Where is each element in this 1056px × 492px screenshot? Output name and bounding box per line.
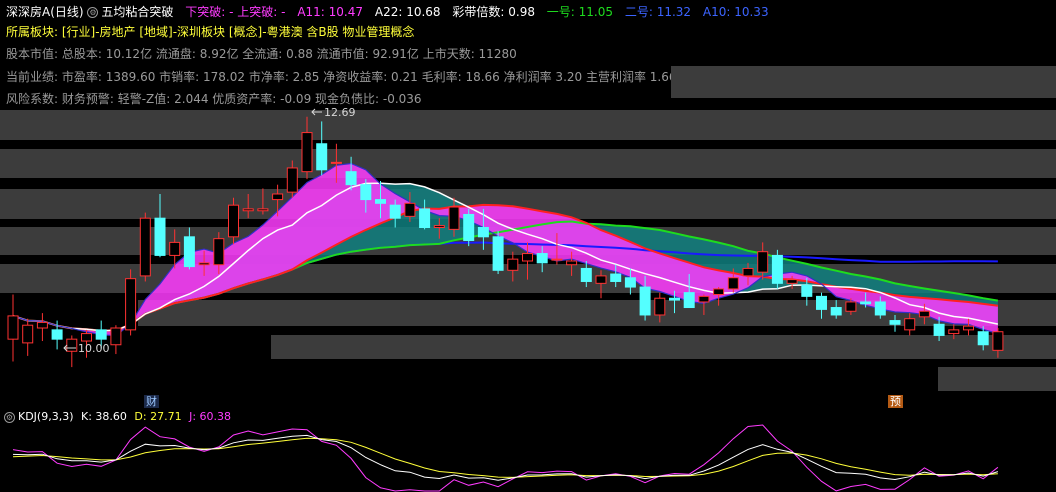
- candle-body: [51, 329, 63, 340]
- candle-body: [242, 208, 254, 212]
- candle-body: [301, 132, 313, 173]
- candle-body: [139, 217, 151, 277]
- candle-body: [918, 310, 930, 318]
- gray-band: [671, 66, 1056, 98]
- kdj-settings-icon[interactable]: ⚙: [4, 411, 15, 423]
- candle-body: [771, 254, 783, 284]
- candle-body: [463, 213, 475, 242]
- candle-body: [889, 320, 901, 325]
- candle-body: [816, 295, 827, 310]
- candle-body: [639, 286, 651, 316]
- candle-body: [904, 318, 916, 331]
- candle-body: [286, 167, 298, 193]
- candle-body: [551, 258, 563, 261]
- candle-body: [507, 258, 519, 271]
- candle-body: [492, 236, 504, 271]
- high-price-label: 12.69: [324, 106, 356, 119]
- candle-body: [389, 204, 401, 219]
- candle-body: [477, 227, 489, 238]
- candle-body: [95, 329, 107, 340]
- candle-body: [610, 273, 622, 282]
- candle-body: [228, 204, 239, 238]
- candle-body: [22, 324, 34, 344]
- candle-body: [860, 301, 872, 305]
- candle-body: [933, 323, 945, 336]
- candlestick-chart[interactable]: 12.69 10.00: [0, 0, 1056, 395]
- low-price-label: 10.00: [78, 342, 110, 355]
- gray-band: [0, 149, 1056, 178]
- candle-body: [566, 260, 578, 266]
- candle-body: [316, 143, 328, 171]
- candle-body: [830, 307, 842, 316]
- candle-body: [713, 288, 725, 295]
- candle-body: [419, 208, 431, 228]
- kdj-d-line: [12, 437, 998, 478]
- candle-body: [669, 297, 680, 301]
- candle-body: [845, 301, 857, 312]
- candle-body: [66, 338, 78, 352]
- candle-body: [169, 241, 181, 256]
- candle-body: [522, 253, 533, 262]
- candle-body: [698, 295, 710, 303]
- candle-body: [448, 206, 460, 230]
- kdj-j-line: [12, 424, 999, 492]
- candle-body: [683, 292, 695, 309]
- candle-body: [330, 161, 342, 164]
- gray-band: [0, 110, 1056, 140]
- candle-body: [213, 238, 225, 266]
- candle-body: [36, 321, 48, 329]
- candle-body: [874, 301, 886, 316]
- candle-body: [727, 277, 739, 290]
- kdj-chart[interactable]: [0, 422, 1056, 492]
- candle-body: [7, 315, 19, 340]
- gray-band: [271, 335, 1056, 359]
- candle-body: [198, 262, 210, 266]
- candle-body: [345, 171, 357, 186]
- candle-body: [801, 284, 813, 297]
- candle-body: [757, 251, 769, 273]
- candle-body: [433, 225, 445, 228]
- candle-body: [257, 208, 269, 212]
- candle-body: [624, 277, 636, 288]
- candle-body: [963, 325, 974, 331]
- candle-body: [110, 327, 122, 346]
- candle-body: [125, 278, 137, 331]
- candle-body: [81, 333, 92, 342]
- gray-band: [938, 367, 1056, 391]
- candle-body: [183, 236, 195, 268]
- candle-body: [948, 329, 960, 335]
- candle-body: [375, 199, 386, 204]
- candle-body: [992, 331, 1004, 351]
- candle-body: [404, 202, 416, 217]
- candle-body: [977, 331, 989, 346]
- candle-body: [595, 275, 607, 284]
- forecast-marker[interactable]: 预: [888, 395, 903, 408]
- candle-body: [654, 297, 666, 316]
- candle-body: [742, 267, 754, 277]
- candle-body: [360, 184, 372, 201]
- candle-body: [272, 193, 284, 201]
- candle-body: [580, 267, 592, 282]
- candle-body: [786, 279, 798, 284]
- candle-body: [536, 253, 548, 264]
- candle-body: [154, 217, 166, 256]
- kdj-k-line: [12, 434, 999, 481]
- finance-marker[interactable]: 财: [144, 395, 159, 408]
